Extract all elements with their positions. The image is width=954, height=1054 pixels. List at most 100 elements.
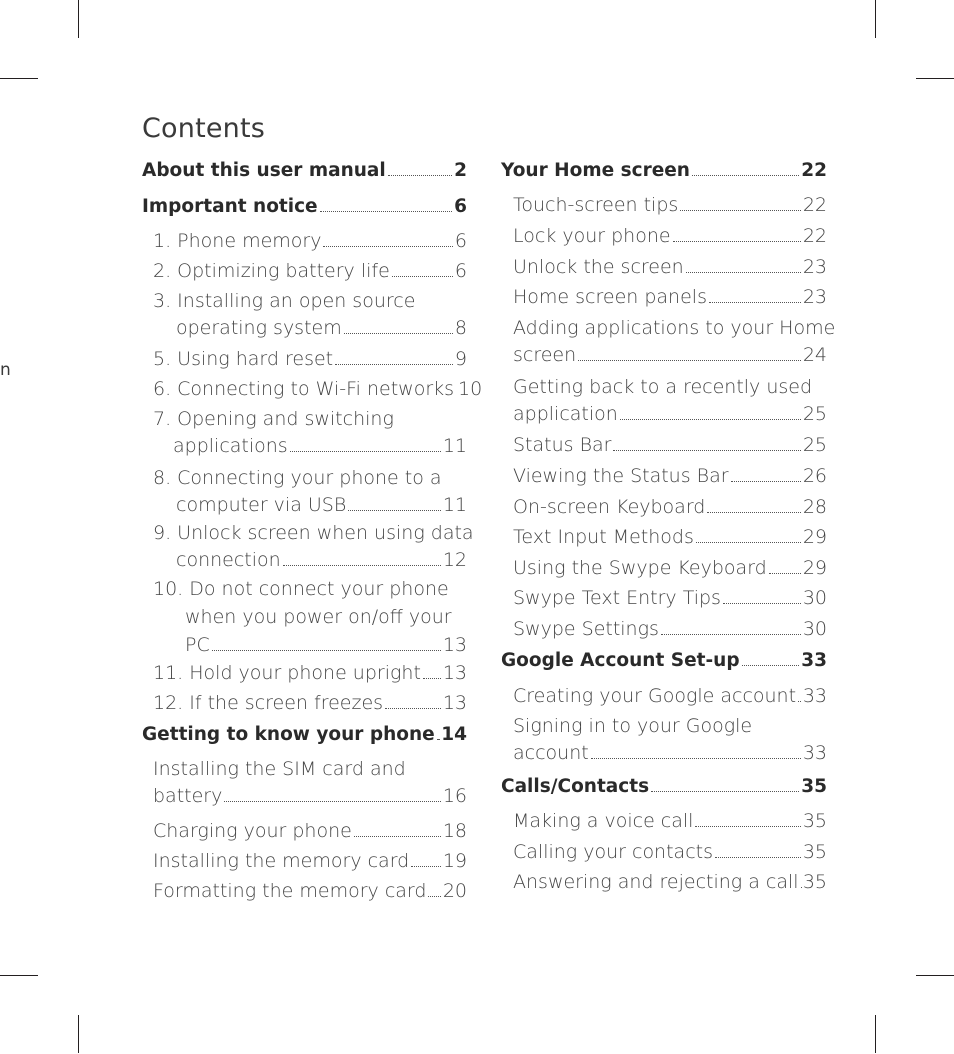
toc-page-number: 25 [802, 434, 827, 456]
toc-page-number: 16 [442, 785, 467, 807]
dot-leader [741, 665, 800, 666]
dot-leader [722, 603, 801, 604]
dot-leader [619, 419, 801, 420]
dot-leader [323, 246, 453, 247]
page-title: Contents [142, 113, 266, 144]
toc-entry-label: Using the Swype Keyboard [513, 557, 767, 579]
dot-leader [289, 451, 441, 452]
toc-section-row: Google Account Set-up 33 [501, 650, 827, 671]
toc-subsection-row: Using the Swype Keyboard 29 [513, 557, 827, 579]
toc-page-number: 13 [442, 692, 467, 714]
toc-section-row: About this user manual 2 [142, 160, 467, 181]
crop-mark-bottom-left-horizontal [0, 975, 38, 976]
toc-page-number: 19 [442, 850, 467, 872]
crop-mark-top-right-vertical [875, 0, 876, 38]
toc-page-number: 33 [802, 742, 827, 764]
toc-subsection-row: On-screen Keyboard 28 [513, 496, 827, 518]
crop-mark-bottom-right-horizontal [916, 975, 954, 976]
toc-subsection-row: Lock your phone 22 [513, 225, 827, 247]
toc-entry-label: 11. Hold your phone upright [153, 662, 421, 684]
toc-entry-label: Making a voice call [513, 810, 694, 832]
toc-page-number: 11 [442, 435, 467, 457]
edge-letter: n [0, 360, 11, 380]
dot-leader [651, 791, 800, 792]
toc-subsection-row: 1. Phone memory 6 [153, 230, 467, 252]
toc-entry-label: 6. Connecting to Wi-Fi networks [153, 378, 455, 400]
dot-leader [730, 481, 801, 482]
dot-leader [387, 175, 453, 176]
toc-page-number: 12 [442, 549, 467, 571]
toc-subsection-row: Swype Text Entry Tips 30 [513, 587, 827, 609]
dot-leader [715, 857, 801, 858]
toc-page-number: 29 [802, 526, 827, 548]
toc-page-number: 6 [454, 196, 467, 217]
dot-leader [211, 650, 441, 651]
toc-entry-label: Important notice [142, 196, 318, 217]
toc-page-number: 14 [441, 724, 467, 745]
dot-leader [672, 241, 801, 242]
toc-entry-label-line: 10. Do not connect your phone [153, 578, 449, 600]
toc-subsection-row: 6. Connecting to Wi-Fi networks 10 [153, 378, 482, 400]
toc-entry-label: Your Home screen [501, 160, 690, 181]
dot-leader [436, 739, 440, 740]
crop-mark-top-left-horizontal [0, 78, 38, 79]
dot-leader [391, 276, 453, 277]
toc-entry-label: PC [185, 634, 210, 656]
toc-page-number: 22 [801, 160, 827, 181]
dot-leader [578, 360, 801, 361]
toc-entry-label-line: 8. Connecting your phone to a [153, 467, 442, 489]
toc-entry-label: Swype Settings [513, 618, 659, 640]
toc-entry-label: Installing the memory card [153, 850, 410, 872]
toc-subsection-row: Installing the memory card 19 [153, 850, 467, 872]
dot-leader [680, 210, 801, 211]
toc-page-number: 6 [454, 230, 467, 252]
toc-entry-label: battery [153, 785, 223, 807]
dot-leader [708, 302, 801, 303]
dot-leader [343, 333, 453, 334]
toc-page-number: 6 [454, 260, 467, 282]
toc-entry-label: Home screen panels [513, 286, 707, 308]
toc-entry-label: Lock your phone [513, 225, 671, 247]
toc-subsection-row: Status Bar 25 [513, 434, 827, 456]
toc-page-number: 29 [802, 557, 827, 579]
toc-entry-label: connection [176, 549, 281, 571]
toc-section-row: Your Home screen 22 [501, 160, 827, 181]
toc-page-number: 28 [802, 496, 827, 518]
crop-mark-top-left-vertical [78, 0, 79, 38]
toc-subsection-row: Swype Settings 30 [513, 618, 827, 640]
toc-subsection-row: 11. Hold your phone upright 13 [153, 662, 467, 684]
toc-page-number: 33 [802, 685, 827, 707]
toc-entry-label: On-screen Keyboard [513, 496, 706, 518]
toc-subsection-row: Formatting the memory card 20 [153, 880, 467, 902]
toc-entry-label: 1. Phone memory [153, 230, 322, 252]
toc-page-number: 30 [802, 587, 827, 609]
crop-mark-bottom-left-vertical [78, 1015, 79, 1053]
toc-subsection-row: 5. Using hard reset 9 [153, 348, 467, 370]
dot-leader [685, 272, 801, 273]
toc-entry-label: Swype Text Entry Tips [513, 587, 721, 609]
toc-subsection-row: Creating your Google account 33 [513, 685, 827, 707]
toc-page-number: 9 [454, 348, 467, 370]
toc-subsection-row: 12. If the screen freezes 13 [153, 692, 467, 714]
dot-leader [695, 826, 801, 827]
toc-entry-label: operating system [176, 317, 342, 339]
toc-subsection-row: 2. Optimizing battery life 6 [153, 260, 467, 282]
dot-leader [422, 678, 441, 679]
toc-section-row: Important notice 6 [142, 196, 467, 217]
toc-subsection-row: Charging your phone 18 [153, 820, 467, 842]
dot-leader [707, 512, 801, 513]
dot-leader [613, 450, 801, 451]
toc-entry-label: screen [513, 344, 577, 366]
toc-page-number: 30 [802, 618, 827, 640]
dot-leader [768, 573, 801, 574]
dot-leader [319, 211, 453, 212]
toc-entry-label-line: Signing in to your Google [513, 715, 753, 737]
toc-subsection-row: PC 13 [185, 634, 467, 656]
toc-subsection-row: application 25 [513, 403, 827, 425]
toc-page-number: 22 [802, 194, 827, 216]
dot-leader [660, 634, 801, 635]
crop-mark-top-right-horizontal [916, 78, 954, 79]
toc-entry-label: Viewing the Status Bar [513, 465, 729, 487]
toc-subsection-row: battery 16 [153, 785, 467, 807]
dot-leader [411, 866, 441, 867]
